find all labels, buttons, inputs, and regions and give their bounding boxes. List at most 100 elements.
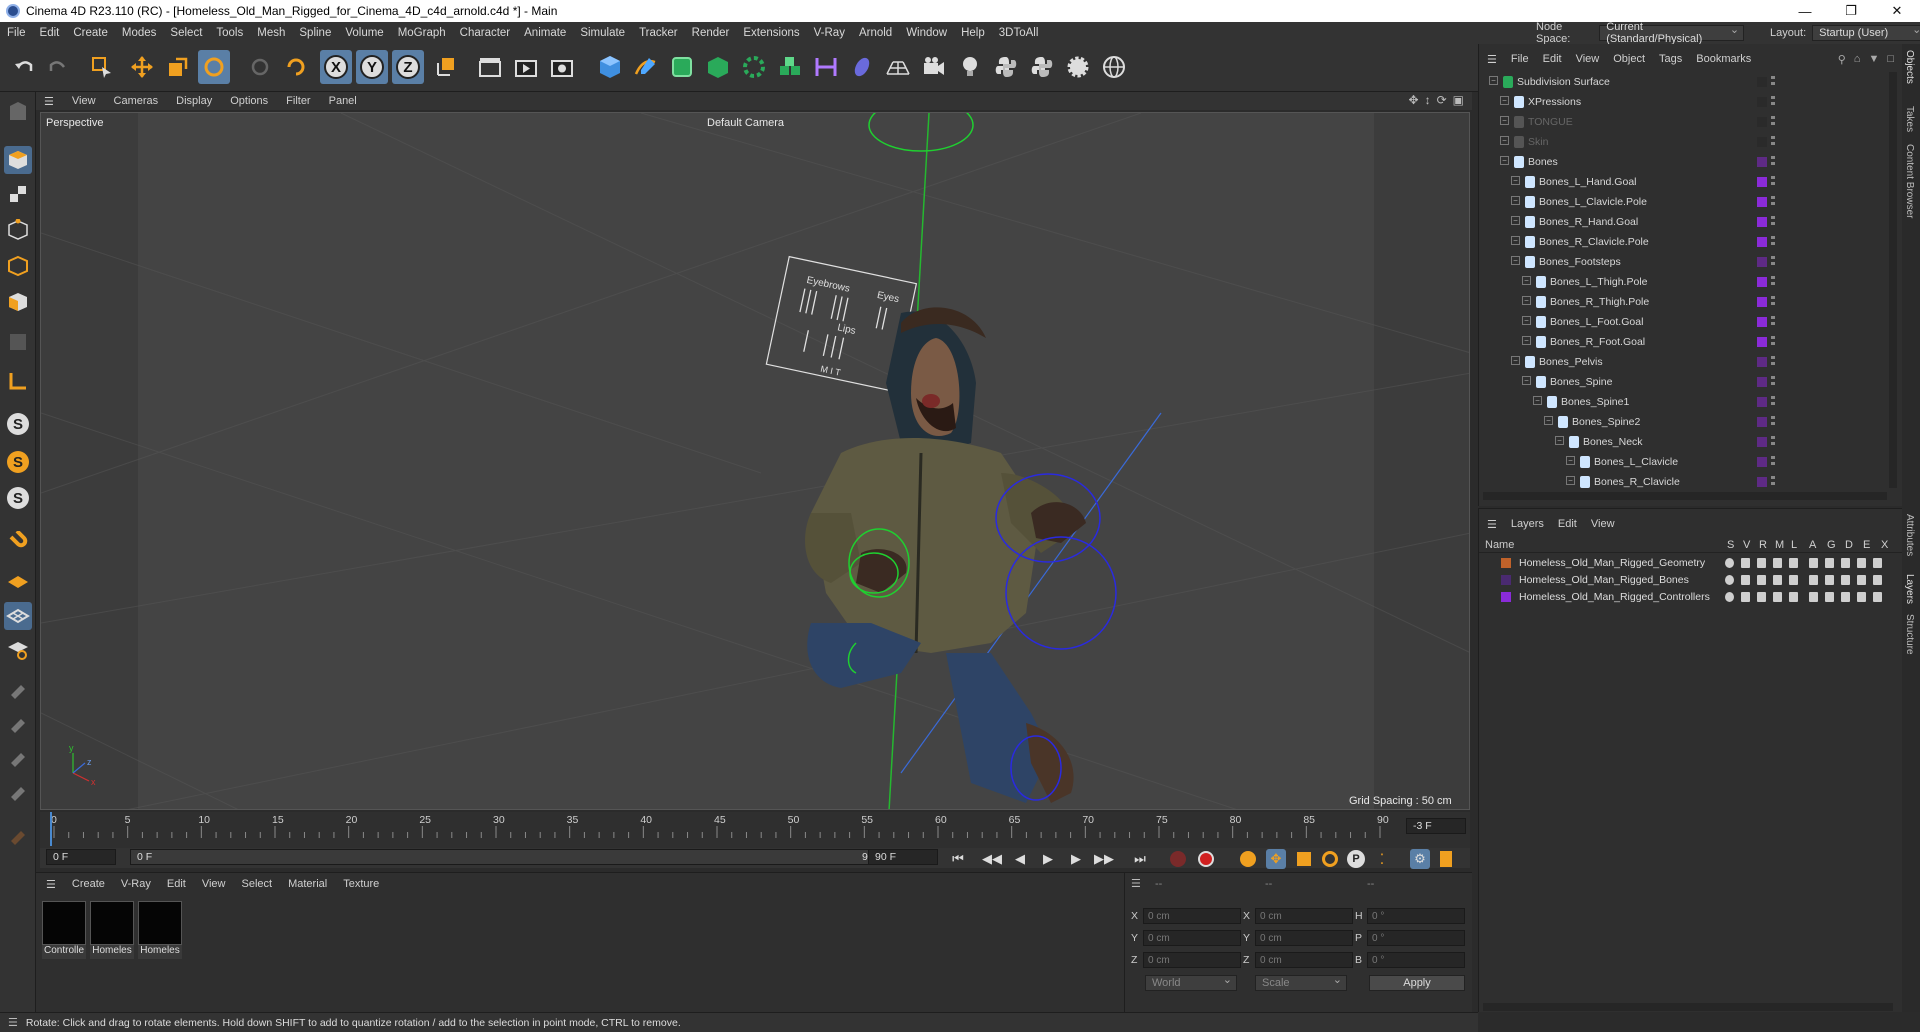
python-button[interactable]	[990, 50, 1022, 84]
menu-animate[interactable]: Animate	[517, 27, 573, 39]
expression-icon[interactable]	[1857, 592, 1866, 602]
pos-y-field[interactable]: 0 cm	[1143, 930, 1241, 946]
menu-create[interactable]: Create	[66, 27, 115, 39]
camera-button[interactable]	[918, 50, 950, 84]
eye-icon[interactable]	[1741, 575, 1750, 585]
python-script-button[interactable]	[1026, 50, 1058, 84]
coord-mode-dropdown[interactable]: Scale	[1255, 973, 1347, 991]
visibility-dots-icon[interactable]	[1771, 216, 1775, 228]
locked-workplane-button[interactable]	[4, 636, 32, 664]
rot-p-field[interactable]: 0 °	[1367, 930, 1465, 946]
settings-button[interactable]	[1062, 50, 1094, 84]
layer-horizontal-scrollbar[interactable]	[1483, 1003, 1893, 1011]
render-settings-button[interactable]	[546, 50, 578, 84]
joint-tool-button[interactable]	[4, 776, 32, 804]
make-editable-button[interactable]	[4, 98, 32, 126]
tab-structure[interactable]: Structure	[1904, 614, 1915, 655]
layer-menu-view[interactable]: View	[1584, 518, 1622, 530]
obj-menu-tags[interactable]: Tags	[1652, 53, 1689, 65]
visibility-dots-icon[interactable]	[1771, 396, 1775, 408]
layer-menu-icon[interactable]: ☰	[1479, 518, 1504, 531]
menu-mesh[interactable]: Mesh	[250, 27, 292, 39]
axis-mode-button[interactable]	[4, 366, 32, 394]
render-view-button[interactable]	[474, 50, 506, 84]
object-row[interactable]: − Bones_L_Thigh.Pole	[1479, 272, 1889, 292]
visibility-dots-icon[interactable]	[1771, 476, 1775, 488]
menu-edit[interactable]: Edit	[33, 27, 67, 39]
generator-icon[interactable]	[1825, 592, 1834, 602]
visibility-dots-icon[interactable]	[1771, 256, 1775, 268]
tree-expand-icon[interactable]: −	[1522, 316, 1531, 325]
eye-icon[interactable]	[1741, 558, 1750, 568]
layer-color-swatch[interactable]	[1757, 97, 1767, 107]
manager-icon[interactable]	[1773, 558, 1782, 568]
obj-menu-view[interactable]: View	[1569, 53, 1607, 65]
weight-tool-button[interactable]	[4, 742, 32, 770]
layer-color-swatch[interactable]	[1757, 317, 1767, 327]
render-icon[interactable]	[1757, 558, 1766, 568]
deformer-icon[interactable]	[1841, 592, 1850, 602]
tree-expand-icon[interactable]: −	[1511, 196, 1520, 205]
size-x-field[interactable]: 0 cm	[1255, 908, 1353, 924]
status-menu-icon[interactable]: ☰	[0, 1016, 26, 1029]
manager-icon[interactable]	[1773, 592, 1782, 602]
menu-tracker[interactable]: Tracker	[632, 27, 685, 39]
tab-layers[interactable]: Layers	[1904, 574, 1915, 604]
tree-expand-icon[interactable]: −	[1511, 256, 1520, 265]
lock-icon[interactable]	[1789, 558, 1798, 568]
material-swatch[interactable]: Homeles	[90, 901, 134, 963]
layout-dropdown[interactable]: Startup (User)	[1812, 23, 1920, 41]
tab-attributes[interactable]: Attributes	[1904, 514, 1915, 556]
key-position-button[interactable]: ✥	[1266, 849, 1286, 869]
layer-color-swatch[interactable]	[1757, 477, 1767, 487]
layer-color-swatch[interactable]	[1757, 197, 1767, 207]
tree-expand-icon[interactable]: −	[1511, 176, 1520, 185]
coordinate-system-button[interactable]	[430, 50, 462, 84]
tree-expand-icon[interactable]: −	[1511, 236, 1520, 245]
visibility-dots-icon[interactable]	[1771, 116, 1775, 128]
uv-mode-button[interactable]	[4, 328, 32, 356]
size-z-field[interactable]: 0 cm	[1255, 952, 1353, 968]
obj-menu-object[interactable]: Object	[1606, 53, 1652, 65]
visibility-dots-icon[interactable]	[1771, 196, 1775, 208]
menu-extensions[interactable]: Extensions	[736, 27, 806, 39]
autokey-button[interactable]	[1196, 849, 1216, 869]
menu-render[interactable]: Render	[685, 27, 737, 39]
object-row[interactable]: − Bones_Spine2	[1479, 412, 1889, 432]
web-button[interactable]	[1098, 50, 1130, 84]
filter-icon[interactable]: ▼	[1868, 53, 1879, 66]
object-row[interactable]: − Subdivision Surface	[1479, 72, 1889, 92]
vp-menu-options[interactable]: Options	[221, 95, 277, 107]
menu-3dtoall[interactable]: 3DToAll	[992, 27, 1046, 39]
new-window-icon[interactable]: □	[1887, 53, 1894, 66]
mat-menu-view[interactable]: View	[194, 878, 234, 890]
record-keys-button[interactable]	[1168, 849, 1188, 869]
object-row[interactable]: − TONGUE	[1479, 112, 1889, 132]
coord-system-dropdown[interactable]: World	[1145, 973, 1237, 991]
layer-color-swatch[interactable]	[1757, 217, 1767, 227]
object-row[interactable]: − Skin	[1479, 132, 1889, 152]
layer-row[interactable]: Homeless_Old_Man_Rigged_Controllers	[1479, 589, 1903, 606]
material-swatch[interactable]: Controlle	[42, 901, 86, 963]
menu-modes[interactable]: Modes	[115, 27, 164, 39]
object-row[interactable]: − Bones_L_Foot.Goal	[1479, 312, 1889, 332]
solo-dot-icon[interactable]	[1725, 558, 1734, 568]
rot-b-field[interactable]: 0 °	[1367, 952, 1465, 968]
xref-icon[interactable]	[1873, 592, 1882, 602]
viewport-dolly-icon[interactable]: ↕	[1425, 93, 1431, 107]
layer-color-swatch[interactable]	[1501, 558, 1511, 568]
paint-tool-button[interactable]	[4, 708, 32, 736]
tree-expand-icon[interactable]: −	[1511, 356, 1520, 365]
object-row[interactable]: − XPressions	[1479, 92, 1889, 112]
rotate-tool-button[interactable]	[198, 50, 230, 84]
mat-menu-vray[interactable]: V-Ray	[113, 878, 159, 890]
layer-color-swatch[interactable]	[1501, 592, 1511, 602]
texture-mode-button[interactable]	[4, 180, 32, 208]
solo-dot-icon[interactable]	[1725, 575, 1734, 585]
layer-color-swatch[interactable]	[1757, 157, 1767, 167]
render-icon[interactable]	[1757, 575, 1766, 585]
obj-menu-file[interactable]: File	[1504, 53, 1536, 65]
object-horizontal-scrollbar[interactable]	[1483, 492, 1887, 500]
render-to-picture-viewer-button[interactable]	[510, 50, 542, 84]
size-y-field[interactable]: 0 cm	[1255, 930, 1353, 946]
